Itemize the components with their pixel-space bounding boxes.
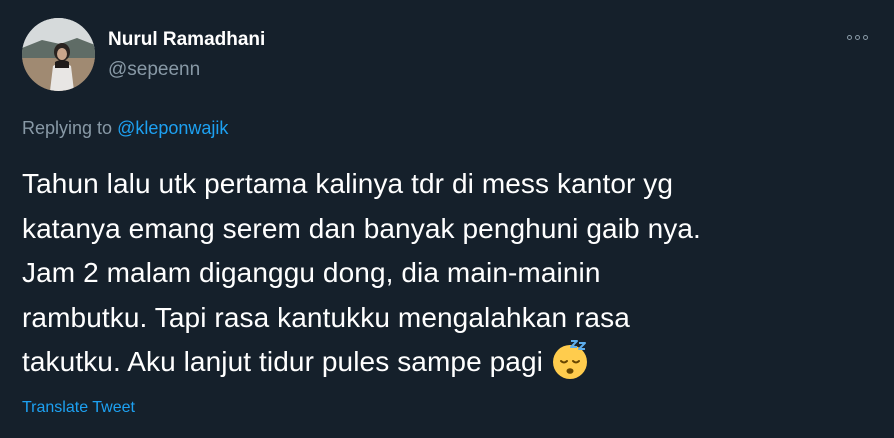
tweet-text-line: Jam 2 malam diganggu dong, dia main-main… <box>22 257 601 288</box>
replying-to-label: Replying to <box>22 118 118 138</box>
replying-to: Replying to @kleponwajik <box>22 118 228 139</box>
more-options-button[interactable] <box>842 27 872 47</box>
tweet-text-line-last: takutku. Aku lanjut tidur pules sampe pa… <box>22 339 872 385</box>
reply-mention-link[interactable]: @kleponwajik <box>117 118 228 138</box>
more-horizontal-icon-dot <box>854 34 860 40</box>
tweet-text-line: katanya emang serem dan banyak penghuni … <box>22 212 701 244</box>
tweet-text-line: rambutku. Tapi rasa kantukku mengalahkan… <box>22 301 630 333</box>
display-name[interactable]: Nurul Ramadhani <box>108 29 265 51</box>
more-horizontal-icon <box>846 34 852 40</box>
sleeping-face-icon <box>549 339 591 381</box>
avatar[interactable] <box>22 18 95 91</box>
tweet: Nurul Ramadhani @sepeenn Replying to @kl… <box>0 0 894 438</box>
tweet-text: Tahun lalu utk pertama kalinya tdr di me… <box>22 162 872 385</box>
tweet-text-line: takutku. Aku lanjut tidur pules sampe pa… <box>22 346 543 377</box>
tweet-text-line: Tahun lalu utk pertama kalinya tdr di me… <box>22 168 674 199</box>
translate-tweet-link[interactable]: Translate Tweet <box>22 399 135 417</box>
more-horizontal-icon-dot <box>862 34 868 40</box>
user-handle[interactable]: @sepeenn <box>108 59 200 81</box>
